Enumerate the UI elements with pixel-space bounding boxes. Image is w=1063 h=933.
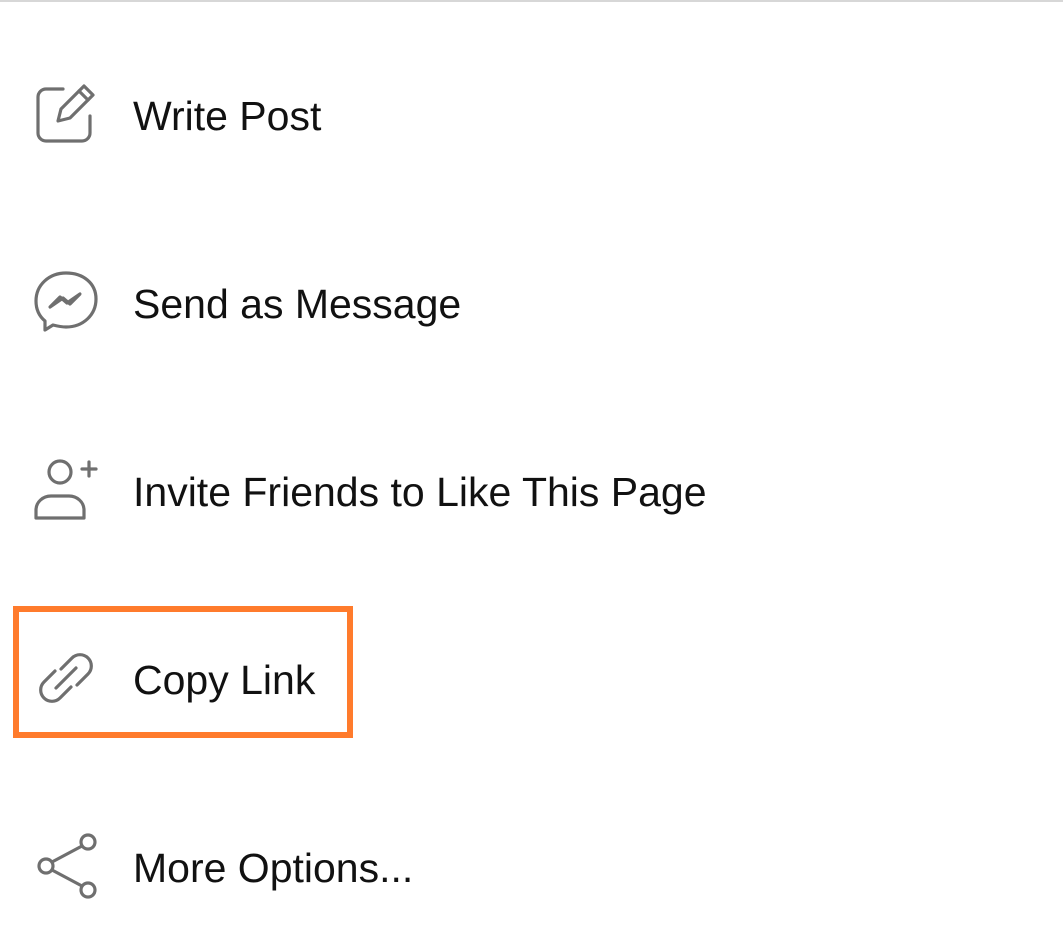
link-icon	[32, 644, 100, 712]
menu-item-copy-link[interactable]: Copy Link	[0, 612, 1063, 732]
messenger-icon	[32, 268, 100, 336]
menu-item-label: Invite Friends to Like This Page	[133, 469, 707, 515]
share-icon	[32, 832, 100, 900]
menu-item-label: More Options...	[133, 845, 414, 891]
compose-icon	[32, 80, 100, 148]
add-friend-icon	[32, 456, 100, 524]
menu-item-invite-friends[interactable]: Invite Friends to Like This Page	[0, 424, 1063, 544]
menu-item-label: Send as Message	[133, 281, 462, 327]
menu-item-send-as-message[interactable]: Send as Message	[0, 236, 1063, 356]
menu-item-write-post[interactable]: Write Post	[0, 48, 1063, 168]
menu-item-more-options[interactable]: More Options...	[0, 800, 1063, 920]
menu-item-label: Copy Link	[133, 657, 316, 703]
share-menu: Write Post Send as Message Invite Friend…	[0, 0, 1063, 933]
menu-item-label: Write Post	[133, 93, 322, 139]
